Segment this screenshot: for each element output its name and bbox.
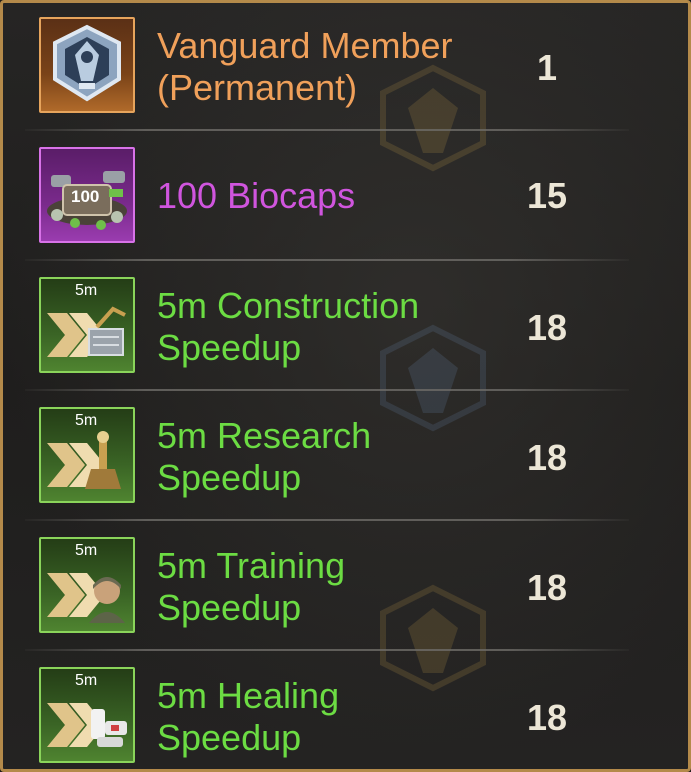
vanguard-emblem-icon [53,24,121,102]
reward-name-line1: 5m Healing [157,675,340,716]
reward-name-line2: Speedup [157,587,302,628]
duration-tag: 5m [75,282,98,299]
reward-row-healing-speedup: 5m 5m Healing Speedup 18 [25,653,629,769]
reward-name-line2: (Permanent) [157,67,358,108]
duration-tag: 5m [75,672,98,689]
reward-row-construction-speedup: 5m 5m Construction Speedup 18 [25,263,629,391]
reward-icon-frame: 5m [39,667,135,763]
reward-name-line2: Speedup [157,457,302,498]
reward-quantity: 18 [526,567,568,608]
reward-name: 5m Healing Speedup [157,675,339,759]
reward-name: 5m Construction Speedup [157,285,419,369]
duration-tag: 5m [75,542,98,559]
reward-name: 5m Training Speedup [157,545,345,629]
reward-name: 100 Biocaps [157,175,355,217]
reward-name-line1: Vanguard Member [157,25,453,66]
reward-name-line2: Speedup [157,327,302,368]
reward-quantity: 1 [536,47,558,88]
reward-row-research-speedup: 5m 5m Research Speedup 18 [25,393,629,521]
reward-row-vanguard-member: Vanguard Member (Permanent) 1 [25,3,629,131]
reward-name-line1: 5m Training [157,545,346,586]
duration-tag: 5m [75,412,98,429]
reward-icon-frame [39,17,135,113]
biocaps-icon-text: 100 [71,187,100,206]
reward-quantity: 18 [526,307,568,348]
reward-name-line1: 100 Biocaps [157,175,356,216]
reward-name: Vanguard Member (Permanent) [157,25,453,109]
reward-icon-frame: 5m [39,537,135,633]
reward-icon-frame: 5m [39,407,135,503]
reward-name-line1: 5m Research [157,415,372,456]
row-divider [25,259,629,261]
reward-name: 5m Research Speedup [157,415,371,499]
reward-icon-frame: 100 [39,147,135,243]
row-divider [25,389,629,391]
reward-list-panel: Vanguard Member (Permanent) 1 100 100 Bi… [0,0,691,772]
row-divider [25,649,629,651]
reward-name-line2: Speedup [157,717,302,758]
reward-row-biocaps: 100 100 Biocaps 15 [25,133,629,261]
reward-name-line1: 5m Construction [157,285,420,326]
reward-row-training-speedup: 5m 5m Training Speedup 18 [25,523,629,651]
reward-quantity: 15 [526,175,568,216]
row-divider [25,519,629,521]
row-divider [25,129,629,131]
reward-quantity: 18 [526,697,568,738]
reward-quantity: 18 [526,437,568,478]
reward-icon-frame: 5m [39,277,135,373]
